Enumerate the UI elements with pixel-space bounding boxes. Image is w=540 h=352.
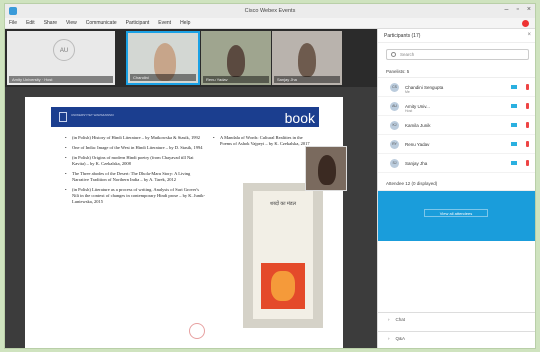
participant-name: Kamila Junik <box>405 122 431 128</box>
avatar: CS <box>390 82 399 92</box>
menu-event[interactable]: Event <box>158 20 171 26</box>
video-camera-icon[interactable] <box>511 104 517 108</box>
video-tile-participant[interactable]: Renu Yadav <box>201 31 271 85</box>
participant-row[interactable]: SJ Sanjay Jha <box>378 154 535 173</box>
close-icon[interactable]: × <box>527 32 531 38</box>
slide-title: book <box>284 110 315 126</box>
list-item: (in Polish) History of Hindi Literature … <box>65 135 205 141</box>
view-all-attendees-button[interactable]: View all attendees <box>424 209 488 217</box>
university-name: UNIWERSYTET WARSZAWSKI <box>71 113 114 117</box>
book-cover: शब्दों का मंडल <box>253 191 313 319</box>
maximize-icon[interactable]: ▫ <box>516 6 518 13</box>
video-camera-icon[interactable] <box>511 142 517 146</box>
participant-video <box>227 45 245 77</box>
participant-name: Sanjay Jha <box>405 160 428 166</box>
participant-video <box>318 155 336 185</box>
list-item: One of India: Image of the West in Hindi… <box>65 145 205 151</box>
participant-role: Me <box>405 90 410 94</box>
content-area: AU Amity University · Host Chandini Renu… <box>5 29 377 348</box>
book-list-right: A Mandala of Words: Cultural Realities i… <box>213 135 313 147</box>
chevron-right-icon: › <box>388 316 390 322</box>
panel-title: Participants (17) <box>384 32 421 39</box>
menu-file[interactable]: File <box>9 20 17 26</box>
participant-role: Host <box>405 109 413 113</box>
participant-row[interactable]: CS Chandini Sengupta Me <box>378 78 535 97</box>
participant-name: Renu Yadav <box>405 141 430 147</box>
microphone-muted-icon[interactable] <box>526 160 529 166</box>
slide-banner: UNIWERSYTET WARSZAWSKI book <box>51 107 319 127</box>
shared-slide: UNIWERSYTET WARSZAWSKI book (in Polish) … <box>25 97 343 348</box>
chevron-right-icon: › <box>388 335 390 341</box>
microphone-muted-icon[interactable] <box>526 103 529 109</box>
participant-name: Chandini Sengupta <box>405 84 444 90</box>
menu-edit[interactable]: Edit <box>26 20 35 26</box>
participant-video <box>298 43 316 77</box>
menu-help[interactable]: Help <box>180 20 190 26</box>
book-list-left: (in Polish) History of Hindi Literature … <box>65 135 205 209</box>
avatar: AU <box>390 101 399 111</box>
attendees-header[interactable]: Attendee 12 (0 displayed) <box>378 177 535 191</box>
attendees-area: View all attendees <box>378 191 535 241</box>
video-camera-icon[interactable] <box>511 161 517 165</box>
university-logo-icon <box>59 112 67 122</box>
panel-header[interactable]: Participants (17) × <box>378 29 535 43</box>
list-item: (in Polish) Literature as a process of w… <box>65 187 205 205</box>
menu-bar: File Edit Share View Communicate Partici… <box>5 18 535 29</box>
window-title: Cisco Webex Events <box>244 8 296 14</box>
video-strip: AU Amity University · Host Chandini Renu… <box>5 29 377 87</box>
video-tile-label: Amity University · Host <box>9 76 113 83</box>
close-icon[interactable]: × <box>527 6 531 13</box>
video-tile-label: Sanjay Jha <box>274 76 340 83</box>
video-tile-label: Renu Yadav <box>203 76 269 83</box>
participants-panel: Participants (17) × Search Panelists: 5 … <box>377 29 535 348</box>
list-item: The Three abodes of the Desert: The Dhol… <box>65 171 205 183</box>
video-camera-icon[interactable] <box>511 123 517 127</box>
window-controls: – ▫ × <box>505 6 531 13</box>
book-cover-photo: शब्दों का मंडल <box>243 183 323 328</box>
menu-communicate[interactable]: Communicate <box>86 20 117 26</box>
participant-name: Amity Univ... <box>405 103 430 109</box>
list-item: A Mandala of Words: Cultural Realities i… <box>213 135 313 147</box>
chat-panel-toggle[interactable]: › Chat <box>378 312 535 325</box>
menu-view[interactable]: View <box>66 20 77 26</box>
title-bar: Cisco Webex Events – ▫ × <box>5 4 535 18</box>
minimize-icon[interactable]: – <box>505 6 509 13</box>
participant-row[interactable]: RY Renu Yadav <box>378 135 535 154</box>
webex-window: Cisco Webex Events – ▫ × File Edit Share… <box>4 3 536 349</box>
video-camera-icon[interactable] <box>511 85 517 89</box>
book-cover-title: शब्दों का मंडल <box>270 201 296 207</box>
microphone-muted-icon[interactable] <box>526 122 529 128</box>
video-tile-participant[interactable]: Sanjay Jha <box>272 31 342 85</box>
video-tile-label: Chandini <box>130 74 196 81</box>
panelists-header[interactable]: Panelists: 5 <box>378 66 535 78</box>
avatar: RY <box>390 139 399 149</box>
menu-share[interactable]: Share <box>44 20 57 26</box>
search-input[interactable]: Search <box>386 49 529 60</box>
menu-participant[interactable]: Participant <box>126 20 150 26</box>
microphone-muted-icon[interactable] <box>526 84 529 90</box>
chat-label: Chat <box>395 316 406 322</box>
book-cover-art <box>261 263 305 309</box>
participant-row[interactable]: AU Amity Univ... Host <box>378 97 535 116</box>
qa-label: Q&A <box>395 335 406 341</box>
avatar: KJ <box>390 120 399 130</box>
stamp-icon <box>189 323 205 339</box>
recording-icon[interactable] <box>522 20 529 27</box>
self-view-video[interactable] <box>305 146 347 191</box>
avatar: AU <box>53 39 75 61</box>
participant-row[interactable]: KJ Kamila Junik <box>378 116 535 135</box>
avatar: SJ <box>390 158 399 168</box>
video-tile-active-speaker[interactable]: Chandini <box>126 31 200 85</box>
search-placeholder: Search <box>400 52 415 57</box>
qa-panel-toggle[interactable]: › Q&A <box>378 331 535 344</box>
search-icon <box>391 52 396 57</box>
video-tile-host[interactable]: AU Amity University · Host <box>7 31 115 85</box>
list-item: (in Polish) Origins of modern Hindi poet… <box>65 155 205 167</box>
microphone-muted-icon[interactable] <box>526 141 529 147</box>
